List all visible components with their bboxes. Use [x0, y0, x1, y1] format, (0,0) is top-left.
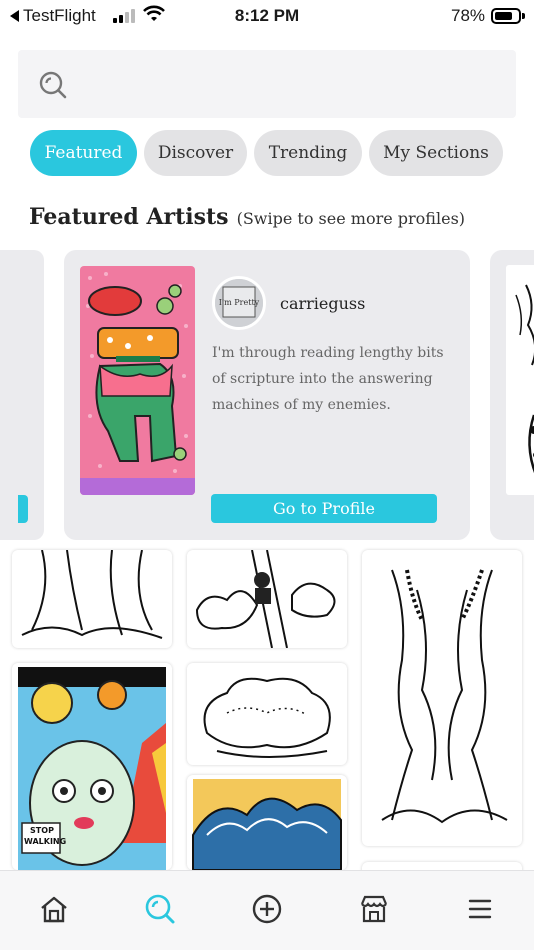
- artist-artwork-image[interactable]: [80, 266, 195, 495]
- artist-avatar[interactable]: I'm Pretty: [212, 276, 266, 330]
- menu-icon: [468, 899, 492, 919]
- artist-card-previous[interactable]: [0, 250, 44, 540]
- previous-card-button[interactable]: [18, 495, 28, 523]
- artist-username[interactable]: carrieguss: [280, 294, 365, 313]
- feed-artwork-stop-walking[interactable]: STOP WALKING: [12, 663, 172, 870]
- artist-card[interactable]: I'm Pretty carrieguss I'm through readin…: [64, 250, 470, 540]
- battery-icon: [491, 8, 525, 24]
- battery-percent: 78%: [451, 6, 486, 25]
- artist-card-next[interactable]: [490, 250, 534, 540]
- tab-discover[interactable]: Discover: [144, 130, 247, 176]
- go-to-profile-button[interactable]: Go to Profile: [211, 494, 437, 523]
- nav-discover[interactable]: [142, 891, 178, 927]
- feed-artwork-ladder[interactable]: [187, 550, 347, 648]
- section-subtitle: (Swipe to see more profiles): [236, 209, 466, 228]
- feed-artwork-cloud-tree[interactable]: [187, 663, 347, 765]
- bottom-navigation: [0, 870, 534, 950]
- nav-shop[interactable]: [356, 891, 392, 927]
- artist-bio: I'm through reading lengthy bits of scri…: [212, 345, 444, 413]
- tab-trending[interactable]: Trending: [254, 130, 362, 176]
- svg-text:I'm Pretty: I'm Pretty: [219, 298, 260, 307]
- search-icon: [39, 71, 67, 99]
- nav-home[interactable]: [36, 891, 72, 927]
- discover-icon: [145, 894, 175, 924]
- featured-artists-header: Featured Artists (Swipe to see more prof…: [29, 204, 465, 230]
- section-title: Featured Artists: [29, 204, 229, 230]
- tab-my-sections[interactable]: My Sections: [369, 130, 503, 176]
- feed-artwork-wave[interactable]: [187, 775, 347, 870]
- tab-featured[interactable]: Featured: [30, 130, 137, 176]
- stop-walking-sign: STOP WALKING: [24, 826, 67, 846]
- add-icon: [252, 894, 282, 924]
- home-icon: [41, 896, 67, 923]
- status-bar: TestFlight 8:12 PM 78%: [0, 0, 534, 34]
- nav-menu[interactable]: [462, 891, 498, 927]
- feed-artwork-ornate-trees[interactable]: [362, 550, 522, 846]
- next-artist-artwork-image[interactable]: [506, 265, 534, 495]
- nav-add[interactable]: [249, 891, 285, 927]
- shop-icon: [360, 895, 388, 923]
- search-bar[interactable]: [18, 50, 516, 118]
- feed-artwork-tree-roots[interactable]: [12, 550, 172, 648]
